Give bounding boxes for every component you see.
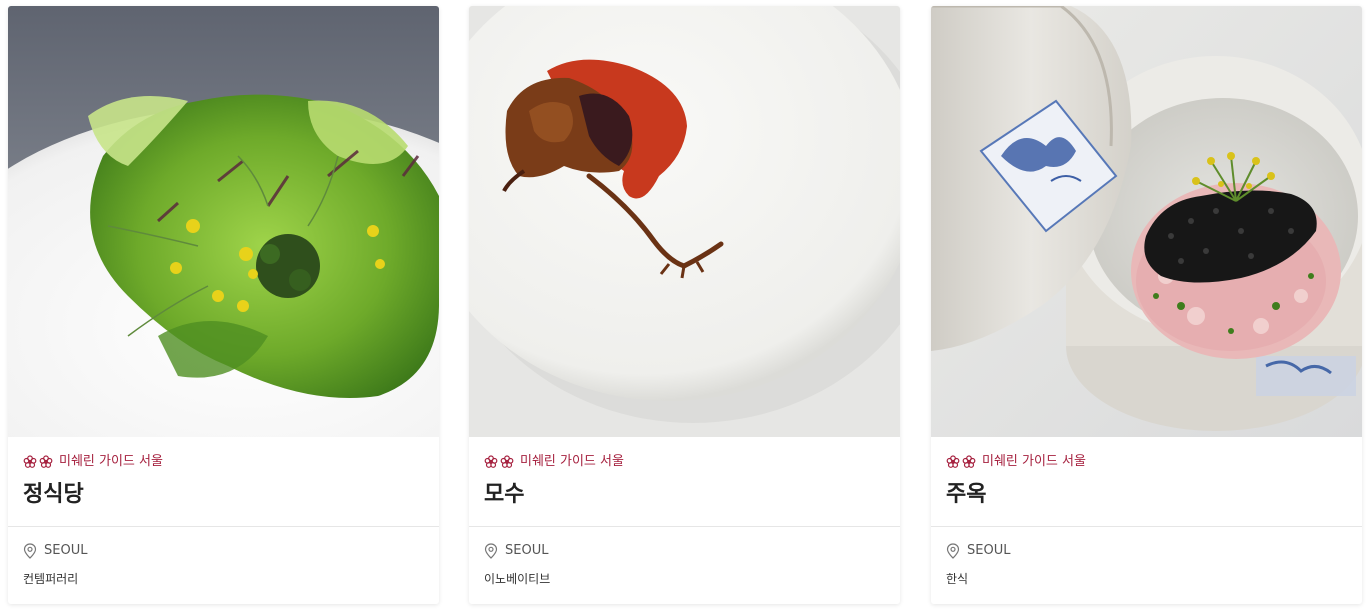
location-pin-icon	[23, 543, 37, 559]
michelin-star-icon	[500, 455, 514, 468]
michelin-stars	[946, 455, 976, 469]
location-label: SEOUL	[505, 543, 549, 558]
distinction-label: 미쉐린 가이드 서울	[520, 454, 624, 469]
location: SEOUL	[23, 543, 87, 559]
restaurant-photo[interactable]	[931, 6, 1362, 437]
michelin-distinction: 미쉐린 가이드 서울	[484, 454, 624, 470]
restaurant-card[interactable]: 미쉐린 가이드 서울 주옥 SEOUL 한식	[931, 6, 1362, 604]
location: SEOUL	[484, 543, 548, 559]
restaurant-card[interactable]: 미쉐린 가이드 서울 정식당 SEOUL 컨템퍼러리	[8, 6, 439, 604]
michelin-stars	[23, 455, 53, 469]
restaurant-photo[interactable]	[8, 6, 439, 437]
card-footer: SEOUL 이노베이티브	[469, 527, 900, 604]
location-label: SEOUL	[44, 543, 88, 558]
restaurant-grid: 미쉐린 가이드 서울 정식당 SEOUL 컨템퍼러리 미쉐린 가이드 서울 모수…	[0, 0, 1369, 612]
michelin-distinction: 미쉐린 가이드 서울	[946, 454, 1086, 470]
michelin-star-icon	[39, 455, 53, 468]
cuisine-label: 한식	[946, 572, 969, 586]
michelin-distinction: 미쉐린 가이드 서울	[23, 454, 163, 470]
location-pin-icon	[484, 543, 498, 559]
card-header: 미쉐린 가이드 서울 정식당	[8, 437, 439, 527]
restaurant-name[interactable]: 모수	[484, 481, 524, 509]
location-label: SEOUL	[967, 543, 1011, 558]
michelin-star-icon	[484, 455, 498, 468]
restaurant-name[interactable]: 정식당	[23, 481, 84, 509]
card-header: 미쉐린 가이드 서울 모수	[469, 437, 900, 527]
restaurant-photo[interactable]	[469, 6, 900, 437]
location: SEOUL	[946, 543, 1010, 559]
card-footer: SEOUL 한식	[931, 527, 1362, 604]
michelin-stars	[484, 455, 514, 469]
michelin-star-icon	[962, 455, 976, 468]
restaurant-name[interactable]: 주옥	[946, 481, 986, 509]
card-header: 미쉐린 가이드 서울 주옥	[931, 437, 1362, 527]
distinction-label: 미쉐린 가이드 서울	[59, 454, 163, 469]
restaurant-card[interactable]: 미쉐린 가이드 서울 모수 SEOUL 이노베이티브	[469, 6, 900, 604]
cuisine-label: 이노베이티브	[484, 572, 551, 586]
distinction-label: 미쉐린 가이드 서울	[982, 454, 1086, 469]
cuisine-label: 컨템퍼러리	[23, 572, 79, 586]
location-pin-icon	[946, 543, 960, 559]
michelin-star-icon	[23, 455, 37, 468]
michelin-star-icon	[946, 455, 960, 468]
card-footer: SEOUL 컨템퍼러리	[8, 527, 439, 604]
